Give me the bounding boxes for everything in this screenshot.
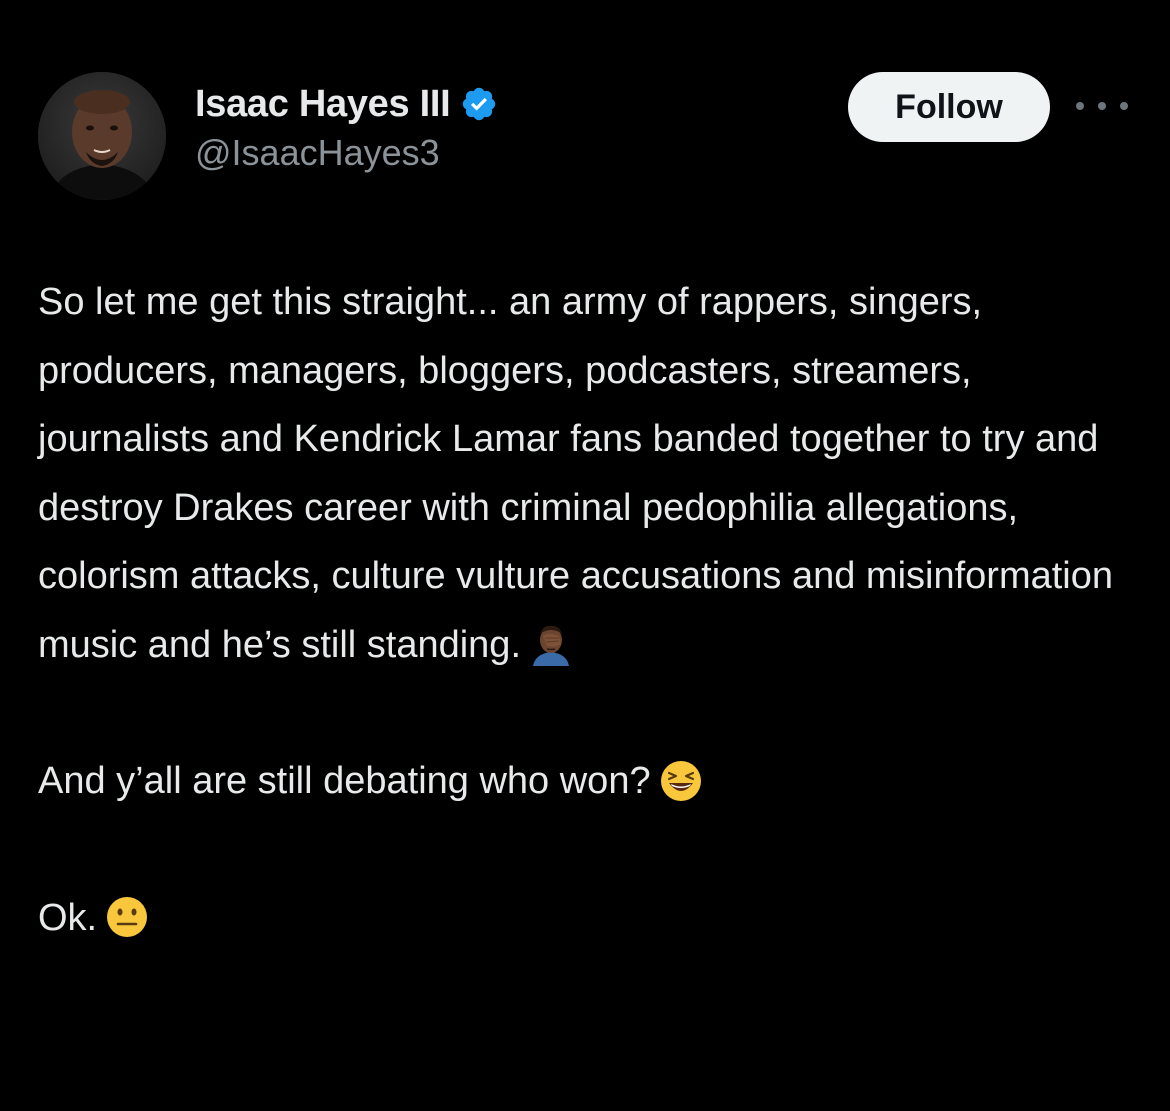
tweet-paragraph-2-text: And y’all are still debating who won?: [38, 760, 651, 802]
tweet-paragraph-1-text: So let me get this straight... an army o…: [38, 281, 1114, 666]
dot: [1120, 102, 1128, 110]
tweet-paragraph-3: Ok.: [38, 884, 1138, 953]
display-name-row: Isaac Hayes III: [195, 80, 498, 128]
author-info: Isaac Hayes III @IsaacHayes3: [195, 80, 498, 174]
tweet-header: Isaac Hayes III @IsaacHayes3 Follow: [38, 72, 1138, 200]
more-horizontal-icon[interactable]: [1076, 94, 1128, 118]
tweet-paragraph-3-text: Ok.: [38, 896, 98, 939]
verified-badge-icon[interactable]: [460, 85, 498, 123]
tweet-body: So let me get this straight... an army o…: [38, 268, 1138, 952]
dot: [1076, 102, 1084, 110]
display-name[interactable]: Isaac Hayes III: [195, 83, 451, 126]
face-palm-emoji: [529, 620, 573, 667]
neutral-face-emoji: [105, 893, 149, 938]
tweet-paragraph-2: And y’all are still debating who won?: [38, 747, 1138, 816]
tweet-paragraph-1: So let me get this straight... an army o…: [38, 268, 1138, 679]
follow-button[interactable]: Follow: [848, 72, 1050, 142]
grinning-squinting-face-emoji: [659, 757, 703, 801]
handle[interactable]: @IsaacHayes3: [195, 132, 498, 174]
avatar[interactable]: [38, 72, 166, 200]
dot: [1098, 102, 1106, 110]
